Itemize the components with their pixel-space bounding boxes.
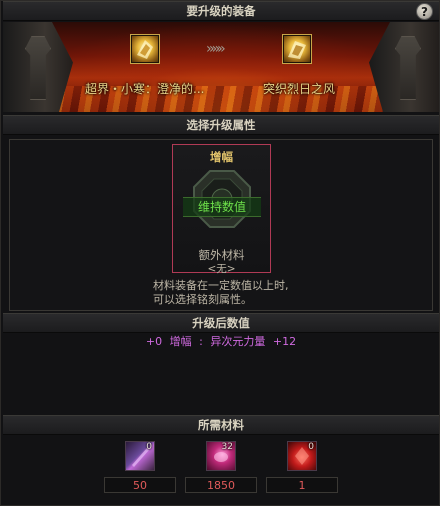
- help-icon[interactable]: ?: [416, 3, 433, 20]
- maintain-value-label: 维持数值: [183, 197, 261, 217]
- material-value-1: 50: [104, 477, 176, 493]
- material-count: 0: [308, 442, 314, 452]
- attribute-section-title: 选择升级属性: [186, 118, 256, 132]
- attribute-section-header: 选择升级属性: [3, 115, 439, 135]
- materials-section-header: 所需材料: [3, 415, 439, 435]
- source-item-icon[interactable]: [130, 34, 160, 64]
- upgrade-banner: [3, 22, 439, 112]
- equipment-section-header: 要升级的装备 ?: [3, 1, 439, 21]
- material-slot-2[interactable]: 32: [206, 441, 236, 471]
- amplify-option-card[interactable]: 增幅 维持数值 额外材料 <无>: [172, 144, 271, 275]
- material-count: 32: [221, 442, 233, 452]
- attribute-description: 材料装备在一定数值以上时, 可以选择铭刻属性。: [153, 279, 353, 307]
- after-value: +12: [272, 335, 297, 348]
- materials-section-title: 所需材料: [198, 418, 244, 432]
- card-title: 增幅: [210, 150, 233, 164]
- after-upgrade-title: 升级后数值: [192, 316, 250, 330]
- upgrade-panel: 要升级的装备 ? »»» 超界・小寒：澄净的... 突织烈日之风 选择升级属性 …: [0, 0, 440, 506]
- after-attribute: 异次元力量: [210, 335, 266, 348]
- description-line-1: 材料装备在一定数值以上时,: [153, 279, 289, 292]
- description-line-2: 可以选择铭刻属性。: [153, 293, 252, 306]
- equipment-section-title: 要升级的装备: [186, 4, 256, 18]
- material-slot-3[interactable]: 0: [287, 441, 317, 471]
- lava-background: [3, 86, 439, 112]
- material-value-3: 1: [266, 477, 338, 493]
- target-item-name: 突织烈日之风: [263, 82, 336, 96]
- target-item-icon[interactable]: [282, 34, 312, 64]
- source-item-name: 超界・小寒：澄净的...: [85, 82, 205, 96]
- material-count: 0: [146, 442, 152, 452]
- after-stat: 增幅: [169, 335, 192, 348]
- after-upgrade-header: 升级后数值: [3, 313, 439, 333]
- material-value-2: 1850: [185, 477, 257, 493]
- after-prefix: +0: [145, 335, 163, 348]
- upgrade-arrows: »»»: [206, 41, 226, 57]
- after-separator: :: [199, 335, 203, 348]
- extra-material-none: <无>: [207, 263, 236, 275]
- after-upgrade-value: +0 增幅 : 异次元力量 +12: [1, 333, 440, 349]
- gold-equipment-icon: [137, 40, 153, 59]
- material-slot-1[interactable]: 0: [125, 441, 155, 471]
- gold-equipment-icon: [288, 41, 306, 59]
